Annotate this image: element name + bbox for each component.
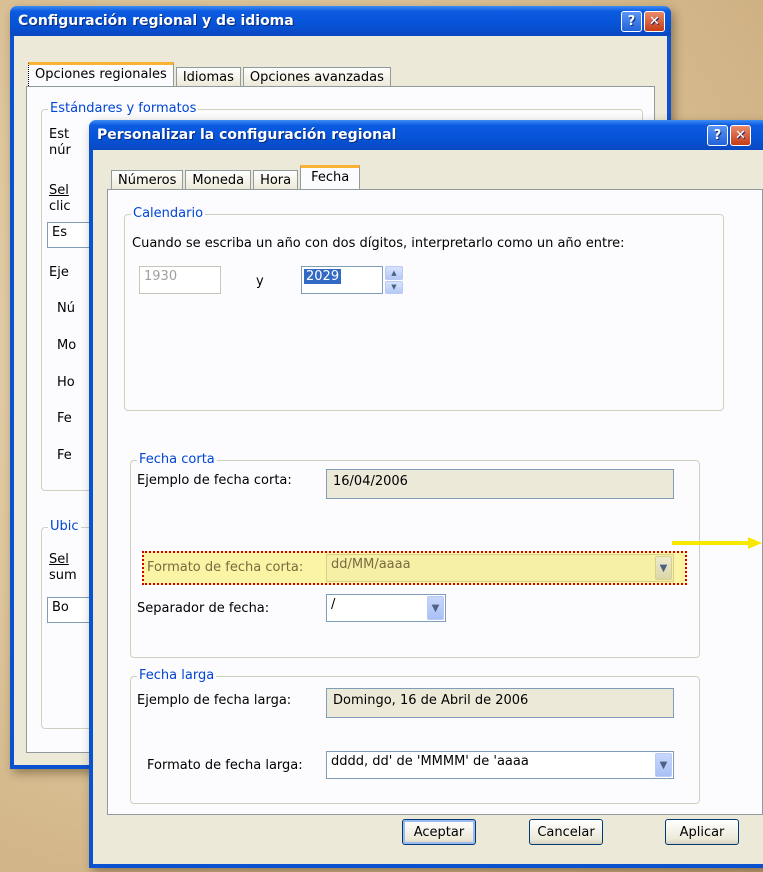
short-date-format-value: dd/MM/aaaa <box>331 557 411 572</box>
regional-settings-titlebar[interactable]: Configuración regional y de idioma ? ✕ <box>10 6 671 36</box>
apply-button[interactable]: Aplicar <box>665 819 739 845</box>
and-label: y <box>256 274 264 289</box>
select-label-clip: Sel <box>49 183 69 198</box>
location-text-clip: sum <box>49 568 77 583</box>
year-to-value: 2029 <box>304 269 342 284</box>
calendar-legend: Calendario <box>131 206 206 221</box>
accept-button[interactable]: Aceptar <box>402 819 476 845</box>
customize-titlebar[interactable]: Personalizar la configuración regional ?… <box>89 120 763 150</box>
spin-down-icon[interactable]: ▼ <box>385 280 403 294</box>
window-title: Personalizar la configuración regional <box>97 127 397 143</box>
year-to-field[interactable]: 2029 <box>301 266 383 294</box>
short-date-format-combo[interactable]: dd/MM/aaaa ▼ <box>326 554 674 582</box>
standards-text-clip-2: núr <box>49 143 71 158</box>
short-date-legend: Fecha corta <box>137 452 217 467</box>
help-icon[interactable]: ? <box>621 11 642 32</box>
customize-regional-window: Personalizar la configuración regional ?… <box>89 120 763 868</box>
date-panel: Calendario Cuando se escriba un año con … <box>107 189 763 815</box>
location-select-clip: Sel <box>49 552 69 567</box>
tab-numbers[interactable]: Números <box>111 170 184 189</box>
click-label-clip: clic <box>49 199 71 214</box>
tab-languages[interactable]: Idiomas <box>175 67 241 86</box>
chevron-down-icon[interactable]: ▼ <box>655 556 672 580</box>
two-digit-year-text: Cuando se escriba un año con dos dígitos… <box>132 236 625 251</box>
standards-legend: Estándares y formatos <box>48 101 199 116</box>
window-title: Configuración regional y de idioma <box>18 13 294 29</box>
long-date-format-value: dddd, dd' de 'MMMM' de 'aaaa <box>331 754 529 769</box>
cancel-button[interactable]: Cancelar <box>529 819 603 845</box>
long-date-format-combo[interactable]: dddd, dd' de 'MMMM' de 'aaaa ▼ <box>326 751 674 779</box>
tab-time[interactable]: Hora <box>253 170 299 189</box>
tab-advanced-options[interactable]: Opciones avanzadas <box>242 67 391 86</box>
currency-label-clip: Mo <box>57 338 77 353</box>
standards-text-clip-1: Est <box>49 127 70 142</box>
arrow-head <box>748 537 762 549</box>
callout-arrow <box>672 537 762 549</box>
short-date-example-label: Ejemplo de fecha corta: <box>137 473 292 488</box>
number-label-clip: Nú <box>57 301 75 316</box>
long-date-example-field: Domingo, 16 de Abril de 2006 <box>326 688 674 718</box>
time-label-clip: Ho <box>57 375 75 390</box>
tab-date[interactable]: Fecha <box>300 165 361 189</box>
long-date-label-clip: Fe <box>57 448 72 463</box>
long-date-legend: Fecha larga <box>137 668 217 683</box>
long-date-example-label: Ejemplo de fecha larga: <box>137 693 292 708</box>
date-separator-value: / <box>331 597 336 612</box>
customize-client: Números Moneda Hora Fecha Calendario Cua… <box>93 150 763 864</box>
date-separator-label: Separador de fecha: <box>137 601 270 616</box>
short-date-label-clip: Fe <box>57 411 72 426</box>
regional-tabs: Opciones regionales Idiomas Opciones ava… <box>28 62 393 86</box>
year-spinner[interactable]: ▲ ▼ <box>385 266 403 294</box>
short-date-format-label: Formato de fecha corta: <box>147 560 304 575</box>
help-icon[interactable]: ? <box>707 125 728 146</box>
long-date-format-label: Formato de fecha larga: <box>147 758 303 773</box>
tab-currency[interactable]: Moneda <box>185 170 252 189</box>
spin-up-icon[interactable]: ▲ <box>385 266 403 280</box>
chevron-down-icon[interactable]: ▼ <box>655 753 672 777</box>
date-separator-combo[interactable]: / ▼ <box>326 594 446 622</box>
short-date-example-field: 16/04/2006 <box>326 469 674 499</box>
tab-regional-options[interactable]: Opciones regionales <box>28 62 174 86</box>
customize-tabs: Números Moneda Hora Fecha <box>111 165 362 189</box>
chevron-down-icon[interactable]: ▼ <box>427 596 444 620</box>
year-from-field: 1930 <box>139 266 221 294</box>
close-icon[interactable]: ✕ <box>730 125 751 146</box>
close-icon[interactable]: ✕ <box>644 11 665 32</box>
location-legend: Ubic <box>48 519 81 534</box>
examples-label-clip: Eje <box>49 265 69 280</box>
